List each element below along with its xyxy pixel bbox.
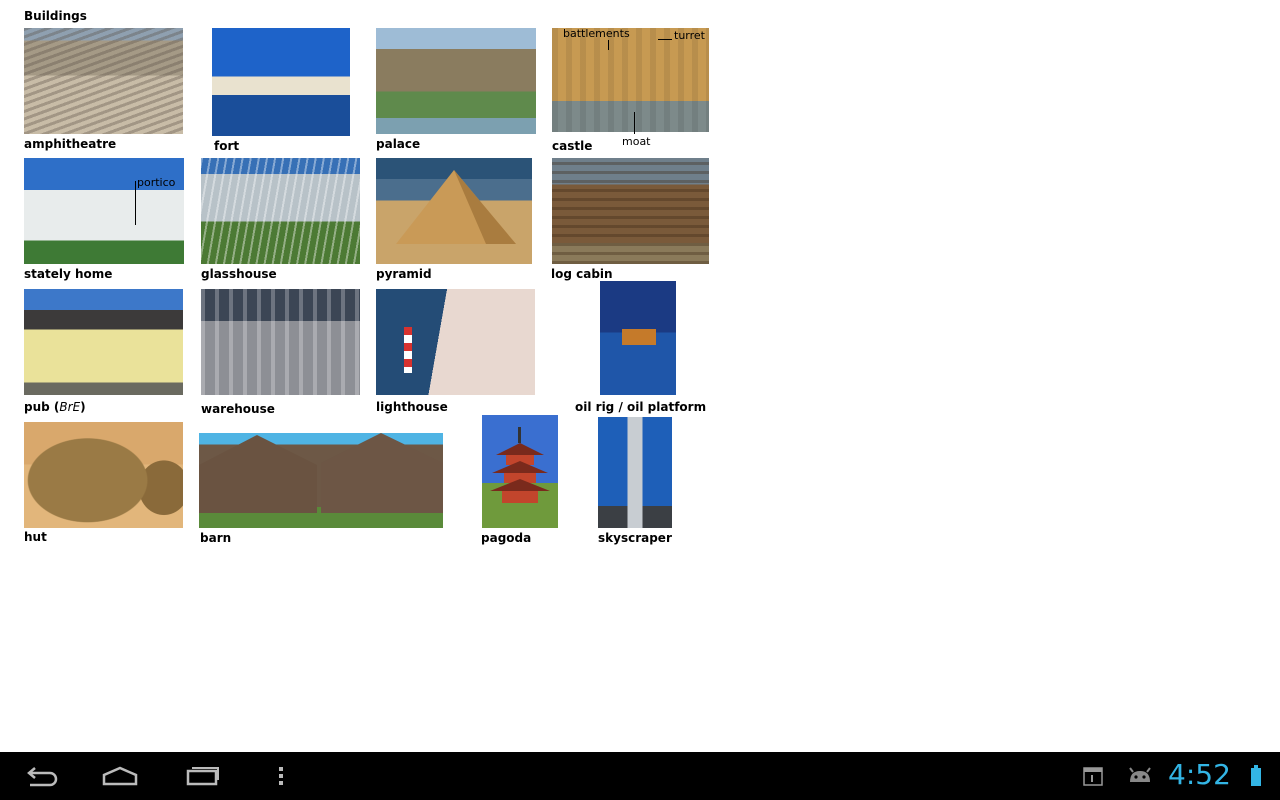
portico-leader-line — [135, 181, 136, 225]
fort-label: fort — [214, 139, 240, 153]
recent-apps-icon — [186, 767, 219, 786]
page-title: Buildings — [24, 9, 87, 23]
home-icon — [102, 766, 138, 786]
system-navigation-bar: 4:52 — [0, 752, 1280, 800]
recent-apps-button[interactable] — [178, 752, 224, 800]
amphitheatre-label: amphitheatre — [24, 137, 117, 151]
skyscraper-label: skyscraper — [598, 531, 672, 545]
log-cabin-label: log cabin — [551, 267, 613, 281]
turret-leader-line — [658, 39, 672, 40]
menu-overflow-button[interactable] — [270, 752, 292, 800]
barn-image — [199, 433, 443, 528]
pyramid-image — [376, 158, 532, 264]
log-cabin-image — [552, 158, 709, 264]
pyramid-label: pyramid — [376, 267, 432, 281]
status-clock[interactable]: 4:52 — [1168, 758, 1231, 791]
android-icon — [1129, 767, 1151, 782]
pagoda-shape — [490, 427, 550, 503]
castle-label: castle — [552, 139, 593, 153]
battery-icon — [1251, 765, 1261, 786]
moat-leader-line — [634, 112, 635, 134]
warehouse-image — [201, 289, 360, 395]
pub-label-text: pub — [24, 400, 50, 414]
menu-overflow-icon — [279, 767, 283, 785]
barn-label: barn — [200, 531, 232, 545]
lighthouse-label: lighthouse — [376, 400, 448, 414]
home-button[interactable] — [96, 752, 144, 800]
turret-annotation: turret — [674, 29, 705, 42]
barn-shapes — [199, 433, 443, 528]
stately-home-image — [24, 158, 184, 264]
hut-label: hut — [24, 530, 47, 544]
warehouse-label: warehouse — [201, 402, 275, 416]
back-icon — [27, 767, 58, 787]
glasshouse-image — [201, 158, 360, 264]
pub-image — [24, 289, 183, 395]
castle-image — [552, 28, 709, 132]
stately-home-label: stately home — [24, 267, 113, 281]
pyramid-shape — [396, 170, 516, 244]
skyscraper-image — [598, 417, 672, 528]
pagoda-label: pagoda — [481, 531, 532, 545]
hut-image — [24, 422, 183, 528]
battery-indicator[interactable] — [1248, 752, 1264, 800]
calendar-icon — [1083, 767, 1103, 786]
android-notification[interactable] — [1126, 752, 1154, 800]
pagoda-image — [482, 415, 558, 528]
moat-annotation: moat — [622, 135, 651, 148]
pub-note: BrE — [59, 400, 81, 414]
palace-label: palace — [376, 137, 421, 151]
amphitheatre-image — [24, 28, 183, 134]
oil-rig-image — [600, 281, 676, 395]
battlements-leader-line — [608, 40, 609, 50]
battlements-annotation: battlements — [563, 27, 630, 40]
palace-image — [376, 28, 536, 134]
glasshouse-label: glasshouse — [201, 267, 277, 281]
oil-rig-platform — [622, 329, 656, 345]
pub-label: pub (BrE) — [24, 400, 86, 414]
calendar-notification[interactable] — [1080, 752, 1106, 800]
portico-annotation: portico — [137, 176, 176, 189]
fort-image — [212, 28, 350, 136]
back-button[interactable] — [18, 752, 62, 800]
oil-rig-label: oil rig / oil platform — [575, 400, 707, 414]
lighthouse-tower — [404, 327, 412, 373]
lighthouse-image — [376, 289, 535, 395]
